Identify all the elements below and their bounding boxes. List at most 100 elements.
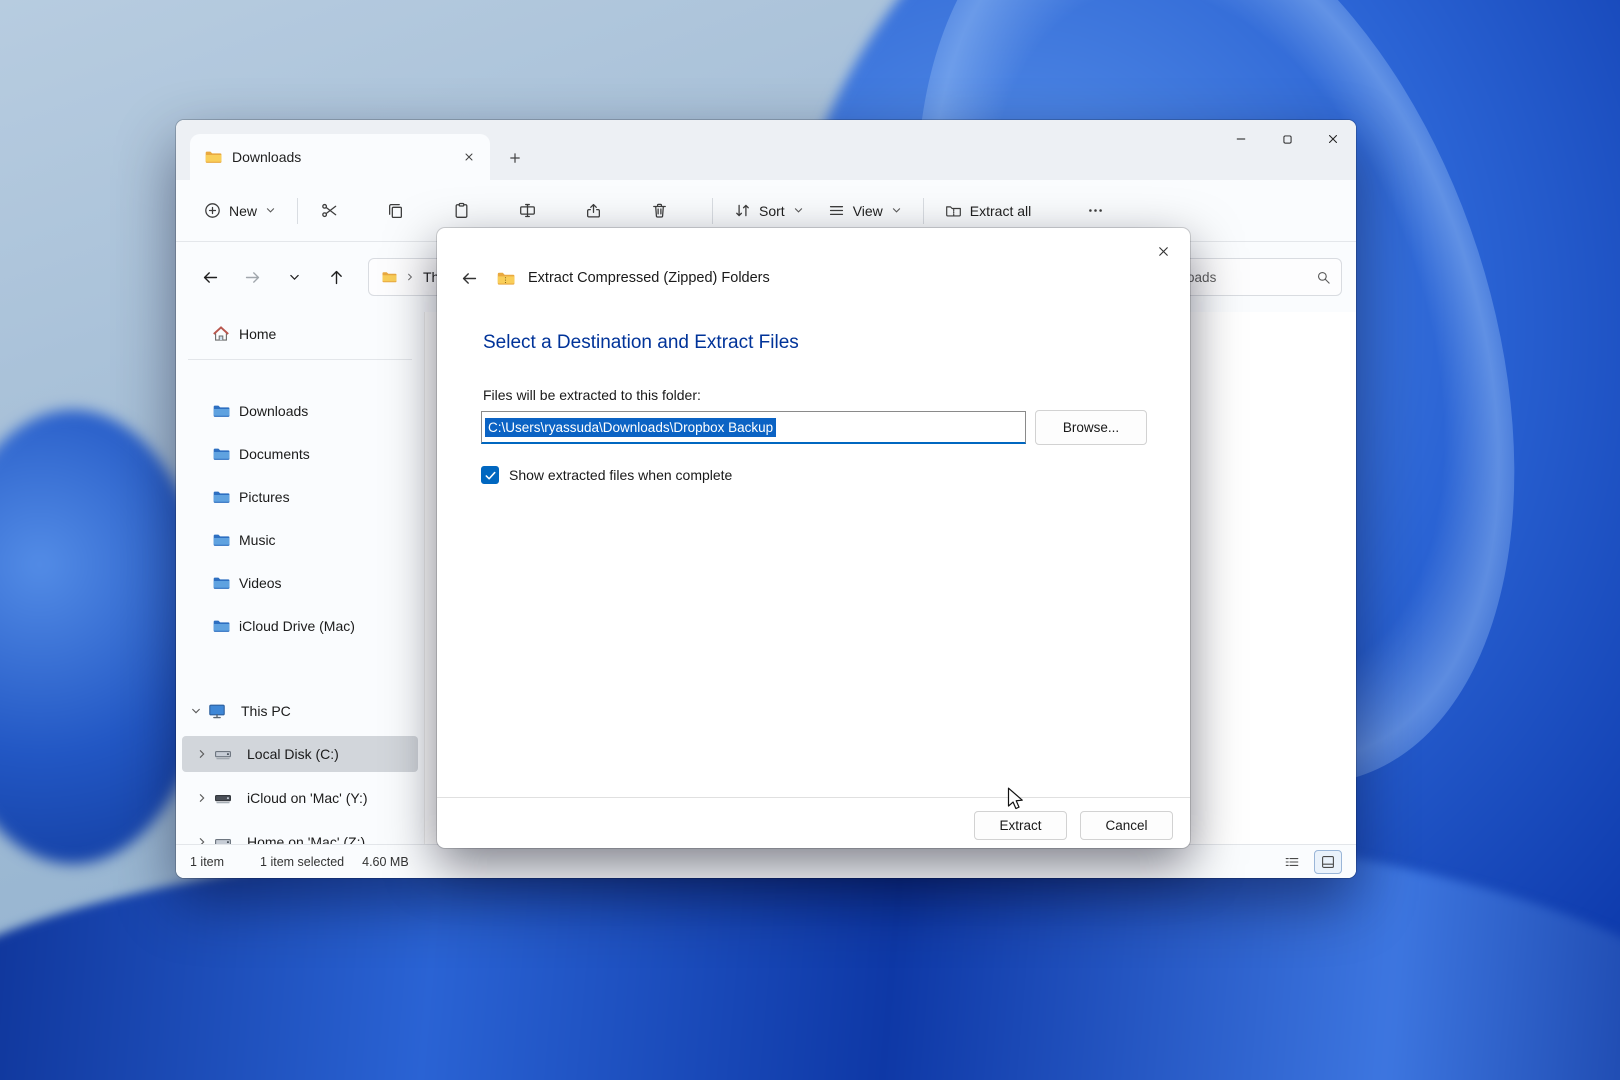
tab-downloads[interactable]: Downloads bbox=[190, 134, 490, 180]
sidebar-item-icloud-drive-y[interactable]: iCloud on 'Mac' (Y:) bbox=[182, 780, 418, 816]
sidebar-item-home-drive-z[interactable]: Home on 'Mac' (Z:) bbox=[182, 824, 418, 844]
toolbar-divider bbox=[297, 198, 298, 224]
paste-button[interactable] bbox=[439, 191, 483, 231]
copy-icon bbox=[387, 202, 404, 219]
cut-button[interactable] bbox=[307, 191, 351, 231]
item-count: 1 item bbox=[190, 855, 224, 869]
sidebar-item-music[interactable]: Music bbox=[182, 522, 418, 558]
extract-all-button-label: Extract all bbox=[970, 203, 1031, 219]
plus-circle-icon bbox=[204, 202, 221, 219]
more-options-button[interactable] bbox=[1073, 191, 1117, 231]
chevron-down-icon bbox=[891, 205, 902, 216]
sidebar-item-label: Home on 'Mac' (Z:) bbox=[247, 834, 365, 844]
window-controls bbox=[1218, 120, 1356, 158]
sidebar-item-videos[interactable]: Videos bbox=[182, 565, 418, 601]
scissors-icon bbox=[321, 202, 338, 219]
new-button[interactable]: New bbox=[192, 191, 288, 231]
forward-button[interactable] bbox=[232, 259, 272, 295]
sidebar-item-local-disk-c[interactable]: Local Disk (C:) bbox=[182, 736, 418, 772]
details-view-button[interactable] bbox=[1278, 850, 1306, 874]
tab-close-button[interactable] bbox=[456, 144, 482, 170]
sidebar-item-home[interactable]: Home bbox=[182, 316, 418, 352]
maximize-icon bbox=[1281, 133, 1294, 146]
view-button-label: View bbox=[853, 203, 883, 219]
view-list-icon bbox=[828, 202, 845, 219]
sidebar-item-icloud-drive[interactable]: iCloud Drive (Mac) bbox=[182, 608, 418, 644]
up-button[interactable] bbox=[316, 259, 356, 295]
dialog-close-button[interactable] bbox=[1148, 236, 1178, 266]
sidebar-item-this-pc[interactable]: This PC bbox=[182, 693, 418, 729]
sort-icon bbox=[734, 202, 751, 219]
rename-icon bbox=[519, 202, 536, 219]
chevron-right-icon bbox=[196, 792, 208, 804]
rename-button[interactable] bbox=[505, 191, 549, 231]
show-files-checkbox-row: Show extracted files when complete bbox=[481, 466, 732, 484]
new-tab-button[interactable] bbox=[502, 145, 528, 171]
sort-button[interactable]: Sort bbox=[722, 191, 816, 231]
delete-button[interactable] bbox=[637, 191, 681, 231]
chevron-right-icon bbox=[196, 836, 208, 844]
copy-button[interactable] bbox=[373, 191, 417, 231]
arrow-up-icon bbox=[328, 269, 345, 286]
show-files-checkbox[interactable] bbox=[481, 466, 499, 484]
view-toggles bbox=[1278, 850, 1342, 874]
destination-path-input[interactable]: C:\Users\ryassuda\Downloads\Dropbox Back… bbox=[481, 411, 1026, 444]
browse-button[interactable]: Browse... bbox=[1035, 410, 1147, 445]
dialog-title: Extract Compressed (Zipped) Folders bbox=[528, 270, 770, 286]
dialog-heading: Select a Destination and Extract Files bbox=[483, 332, 799, 354]
hard-drive-icon bbox=[214, 745, 232, 763]
extract-all-button[interactable]: Extract all bbox=[933, 191, 1043, 231]
zip-folder-icon bbox=[496, 269, 515, 288]
details-view-icon bbox=[1284, 854, 1300, 870]
share-button[interactable] bbox=[571, 191, 615, 231]
maximize-button[interactable] bbox=[1264, 120, 1310, 158]
dialog-header: Extract Compressed (Zipped) Folders bbox=[455, 264, 770, 292]
hard-drive-icon bbox=[214, 833, 232, 844]
hard-drive-icon bbox=[214, 789, 232, 807]
cancel-button[interactable]: Cancel bbox=[1080, 811, 1173, 840]
sidebar-item-label: iCloud Drive (Mac) bbox=[239, 618, 355, 634]
home-icon bbox=[212, 325, 230, 343]
extract-dialog: Extract Compressed (Zipped) Folders Sele… bbox=[437, 228, 1190, 848]
chevron-down-icon bbox=[793, 205, 804, 216]
sort-button-label: Sort bbox=[759, 203, 785, 219]
folder-icon bbox=[381, 269, 397, 285]
arrow-left-icon bbox=[202, 269, 219, 286]
sidebar-item-documents[interactable]: Documents bbox=[182, 436, 418, 472]
tab-strip: Downloads bbox=[176, 120, 1356, 180]
show-files-checkbox-label: Show extracted files when complete bbox=[509, 467, 732, 483]
arrow-left-icon bbox=[461, 270, 478, 287]
sidebar-item-label: Pictures bbox=[239, 489, 290, 505]
dialog-footer: Extract Cancel bbox=[437, 797, 1190, 848]
sidebar-item-downloads[interactable]: Downloads bbox=[182, 393, 418, 429]
back-button[interactable] bbox=[190, 259, 230, 295]
view-button[interactable]: View bbox=[816, 191, 914, 231]
close-window-button[interactable] bbox=[1310, 120, 1356, 158]
sidebar-item-label: Home bbox=[239, 326, 276, 342]
sidebar-item-label: Documents bbox=[239, 446, 310, 462]
zip-folder-icon bbox=[945, 202, 962, 219]
chevron-right-icon bbox=[196, 748, 208, 760]
folder-icon bbox=[212, 402, 230, 420]
folder-icon bbox=[212, 488, 230, 506]
chevron-down-icon bbox=[265, 205, 276, 216]
monitor-icon bbox=[208, 702, 226, 720]
sidebar-item-pictures[interactable]: Pictures bbox=[182, 479, 418, 515]
minimize-button[interactable] bbox=[1218, 120, 1264, 158]
minimize-icon bbox=[1234, 132, 1248, 146]
folder-icon bbox=[212, 531, 230, 549]
selection-size: 4.60 MB bbox=[362, 855, 409, 869]
extract-button[interactable]: Extract bbox=[974, 811, 1067, 840]
arrow-right-icon bbox=[244, 269, 261, 286]
folder-icon bbox=[212, 445, 230, 463]
check-icon bbox=[484, 469, 497, 482]
destination-path-value: C:\Users\ryassuda\Downloads\Dropbox Back… bbox=[485, 418, 776, 437]
dialog-back-button[interactable] bbox=[455, 264, 483, 292]
recent-locations-button[interactable] bbox=[274, 259, 314, 295]
share-icon bbox=[585, 202, 602, 219]
sidebar-divider bbox=[188, 359, 412, 360]
clipboard-paste-icon bbox=[453, 202, 470, 219]
large-thumbnails-view-button[interactable] bbox=[1314, 850, 1342, 874]
mouse-cursor bbox=[1002, 786, 1028, 812]
selection-status: 1 item selected bbox=[260, 855, 344, 869]
